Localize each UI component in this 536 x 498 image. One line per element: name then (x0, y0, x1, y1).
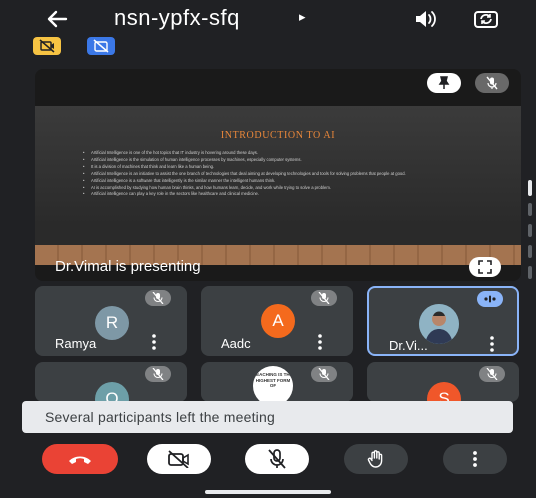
avatar: S (427, 382, 461, 402)
participant-name: Dr.Vi... (389, 338, 428, 353)
participant-tile-presenter[interactable]: Dr.Vi... (367, 286, 519, 356)
meet-app: nsn-ypfx-sfq ▸ INTRODUCTION TO AI • Arti… (0, 0, 536, 498)
fullscreen-icon (478, 260, 492, 274)
avatar: TEACHING IS THE HIGHEST FORM OF (253, 366, 293, 402)
more-vert-icon[interactable] (314, 333, 326, 351)
captions-off-chip[interactable] (87, 37, 115, 55)
mic-off-icon (311, 366, 337, 382)
meeting-code[interactable]: nsn-ypfx-sfq (114, 5, 240, 31)
speaking-indicator-icon (477, 291, 503, 307)
slide-bullets: Artificial Intelligence is one of the ho… (83, 150, 478, 198)
camera-off-icon (168, 450, 189, 468)
captions-off-icon (93, 39, 109, 53)
avatar: R (95, 306, 129, 340)
raise-hand-button[interactable] (344, 444, 408, 474)
participant-name: Aadc (221, 336, 251, 351)
camera-switch-icon[interactable] (472, 6, 500, 32)
arrow-left-icon[interactable] (44, 6, 74, 32)
scrollbar-track-segment (528, 266, 532, 279)
camera-toggle-button[interactable] (147, 444, 211, 474)
camera-off-icon (39, 39, 55, 53)
slide-bullet: It is a division of machines that think … (83, 164, 478, 170)
more-vert-icon (473, 451, 477, 467)
speaker-icon[interactable] (411, 6, 439, 32)
slide-bullet: Artificial intelligence can play a key r… (83, 191, 478, 197)
slide-bullet: Artificial Intelligence is one of the ho… (83, 150, 478, 156)
participant-tile[interactable]: O (35, 362, 187, 402)
slide-bullet: Artificial Intelligence is an initiative… (83, 171, 478, 177)
toast-notification: Several participants left the meeting (22, 401, 513, 433)
more-options-button[interactable] (443, 444, 507, 474)
participant-name: Ramya (55, 336, 97, 351)
scrollbar-track-segment (528, 245, 532, 258)
microphone-toggle-button[interactable] (245, 444, 309, 474)
scrollbar-track-segment (528, 224, 532, 237)
avatar: A (261, 304, 295, 338)
phone-hangup-icon (69, 456, 91, 464)
presenter-label: Dr.Vimal is presenting (55, 258, 201, 275)
scrollbar-track-segment (528, 203, 532, 216)
presenter-mic-indicator (475, 73, 509, 93)
scrollbar-thumb[interactable] (528, 180, 532, 196)
mic-off-icon (268, 449, 286, 469)
slide-bullet: AI is accomplished by studying how human… (83, 185, 478, 191)
end-call-button[interactable] (42, 444, 118, 474)
mic-off-icon (311, 290, 337, 306)
avatar-quote-text: TEACHING IS THE HIGHEST FORM OF (253, 372, 293, 388)
shared-slide: INTRODUCTION TO AI Artificial Intelligen… (35, 106, 521, 265)
slide-bullet: Artificial intelligence is the simulatio… (83, 157, 478, 163)
presentation-tile[interactable]: INTRODUCTION TO AI Artificial Intelligen… (35, 69, 521, 281)
meeting-info-caret[interactable]: ▸ (299, 9, 306, 25)
pin-icon (438, 76, 450, 89)
top-bar: nsn-ypfx-sfq ▸ (0, 0, 536, 55)
home-indicator[interactable] (205, 490, 331, 494)
camera-off-chip[interactable] (33, 37, 61, 55)
mic-off-icon (145, 290, 171, 306)
participant-tile[interactable]: TEACHING IS THE HIGHEST FORM OF (201, 362, 353, 402)
participant-tile[interactable]: S (367, 362, 519, 402)
more-vert-icon[interactable] (148, 333, 160, 351)
mic-off-icon (486, 76, 498, 90)
toast-message: Several participants left the meeting (45, 409, 275, 425)
participant-tile-aadc[interactable]: A Aadc (201, 286, 353, 356)
mic-off-icon (479, 366, 505, 382)
fullscreen-button[interactable] (469, 257, 501, 277)
participant-tile-ramya[interactable]: R Ramya (35, 286, 187, 356)
avatar: O (95, 382, 129, 402)
slide-title: INTRODUCTION TO AI (220, 130, 336, 141)
hand-icon (367, 450, 383, 468)
slide-bullet: Artificial intelligence is a software th… (83, 178, 478, 184)
more-vert-icon[interactable] (486, 335, 498, 353)
pin-button[interactable] (427, 73, 461, 93)
mic-off-icon (145, 366, 171, 382)
